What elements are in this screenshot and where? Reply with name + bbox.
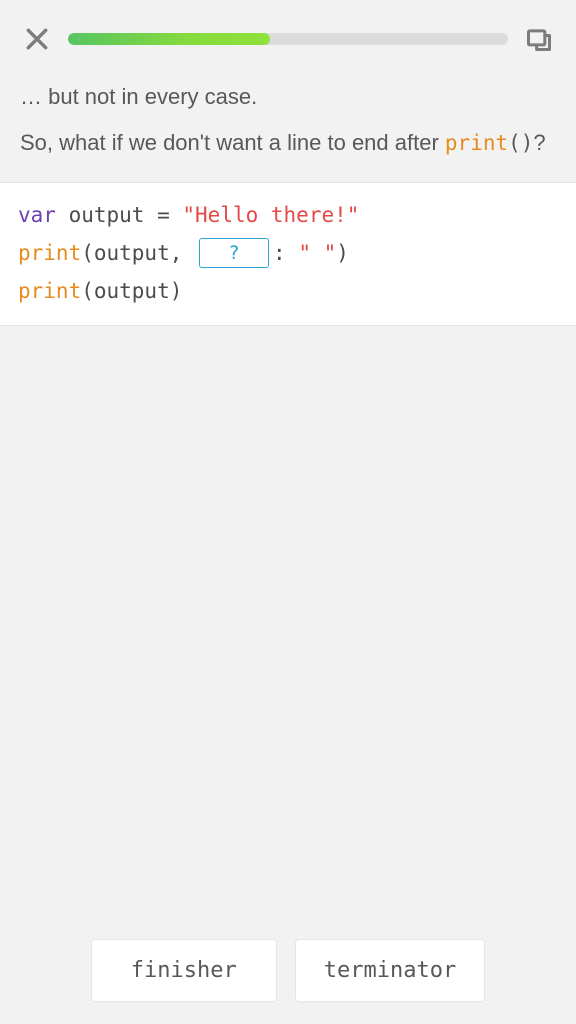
feedback-icon[interactable] <box>522 22 556 56</box>
answer-option-terminator[interactable]: terminator <box>295 939 485 1002</box>
code-block: var output = "Hello there!" print(output… <box>0 182 576 325</box>
progress-fill <box>68 33 270 45</box>
answer-options: finisher terminator <box>0 939 576 1002</box>
lesson-line-2: So, what if we don't want a line to end … <box>20 126 556 160</box>
lesson-line-1: … but not in every case. <box>20 80 556 114</box>
progress-bar <box>68 33 508 45</box>
close-icon[interactable] <box>20 22 54 56</box>
lesson-header <box>0 0 576 62</box>
answer-slot[interactable]: ? <box>199 238 269 268</box>
lesson-text: … but not in every case. So, what if we … <box>0 62 576 182</box>
answer-option-finisher[interactable]: finisher <box>91 939 277 1002</box>
